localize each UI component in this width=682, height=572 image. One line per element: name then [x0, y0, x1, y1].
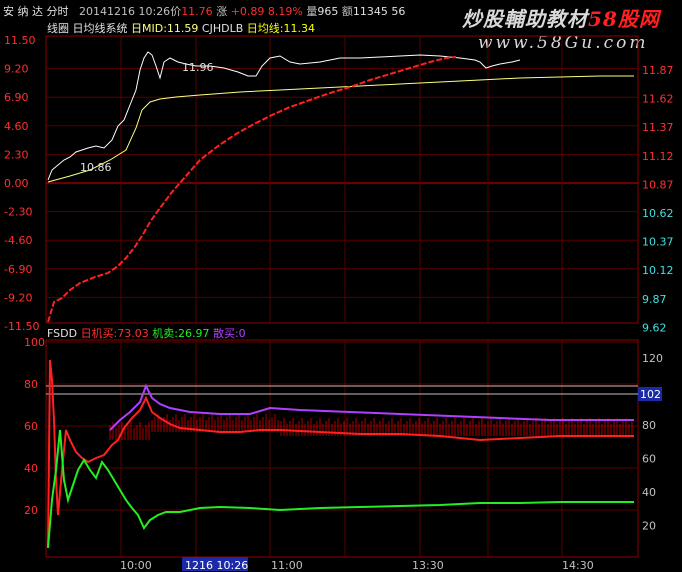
- upper-right-tick: 11.87: [642, 64, 674, 77]
- price-line: [47, 51, 521, 181]
- upper-right-tick: 10.87: [642, 178, 674, 191]
- upper-left-tick: -11.50: [4, 320, 39, 333]
- lower-right-tick: 60: [642, 453, 656, 466]
- upper-series: [47, 51, 634, 323]
- institution-buy-line: [47, 359, 634, 549]
- current-value-badge: 102: [640, 388, 661, 401]
- upper-right-tick: 11.12: [642, 150, 674, 163]
- scatter-buy-line: [109, 383, 634, 431]
- time-label-1100: 11:00: [271, 559, 303, 572]
- upper-left-tick: 0.00: [4, 177, 29, 190]
- upper-left-tick: 4.60: [4, 120, 29, 133]
- lower-right-tick: 20: [642, 520, 656, 533]
- upper-left-tick: 11.50: [4, 34, 36, 47]
- upper-left-tick: -2.30: [4, 206, 32, 219]
- upper-left-tick: 9.20: [4, 63, 29, 76]
- upper-left-tick: -9.20: [4, 291, 32, 304]
- upper-left-tick: 2.30: [4, 148, 29, 161]
- lower-left-tick: 80: [24, 378, 38, 391]
- time-label-1000: 10:00: [120, 559, 152, 572]
- time-label-1430: 14:30: [562, 559, 594, 572]
- chart-window[interactable]: 安 纳 达 分时 20141216 10:26价11.76 涨 +0.89 8.…: [0, 0, 682, 572]
- upper-right-tick: 9.62: [642, 321, 667, 334]
- lower-left-tick: 60: [24, 420, 38, 433]
- cursor-time-label: 1216 10:26: [185, 559, 248, 572]
- upper-right-tick: 11.62: [642, 93, 674, 106]
- upper-left-tick: 6.90: [4, 91, 29, 104]
- lower-left-tick: 20: [24, 504, 38, 517]
- lower-right-tick: 120: [642, 352, 663, 365]
- upper-right-tick: 9.87: [642, 293, 667, 306]
- lower-right-tick: 80: [642, 419, 656, 432]
- upper-left-tick: -6.90: [4, 263, 32, 276]
- lower-left-tick: 40: [24, 462, 38, 475]
- intraday-chart[interactable]: 11.96 10.86 1216 10:26 10:00 11:00 13:30…: [0, 0, 682, 572]
- time-label-1330: 13:30: [412, 559, 444, 572]
- institution-sell-line: [47, 429, 634, 549]
- axis-labels: 11.50 9.20 6.90 4.60 2.30 0.00 -2.30 -4.60 -6.90…: [4, 34, 674, 533]
- upper-panel-frame: [45, 35, 639, 324]
- annotation-low: 10.86: [80, 161, 112, 174]
- upper-right-tick: 11.37: [642, 121, 674, 134]
- lower-grid: [46, 340, 638, 557]
- upper-grid: [46, 36, 638, 323]
- lower-left-tick: 100: [24, 336, 45, 349]
- lower-right-tick: 40: [642, 486, 656, 499]
- lower-series: [47, 359, 634, 549]
- upper-right-tick: 10.12: [642, 264, 674, 277]
- upper-right-tick: 10.62: [642, 207, 674, 220]
- average-line: [47, 75, 634, 183]
- lower-panel-frame: [45, 339, 639, 558]
- annotation-high: 11.96: [182, 61, 214, 74]
- upper-left-tick: -4.60: [4, 234, 32, 247]
- upper-right-tick: 10.37: [642, 236, 674, 249]
